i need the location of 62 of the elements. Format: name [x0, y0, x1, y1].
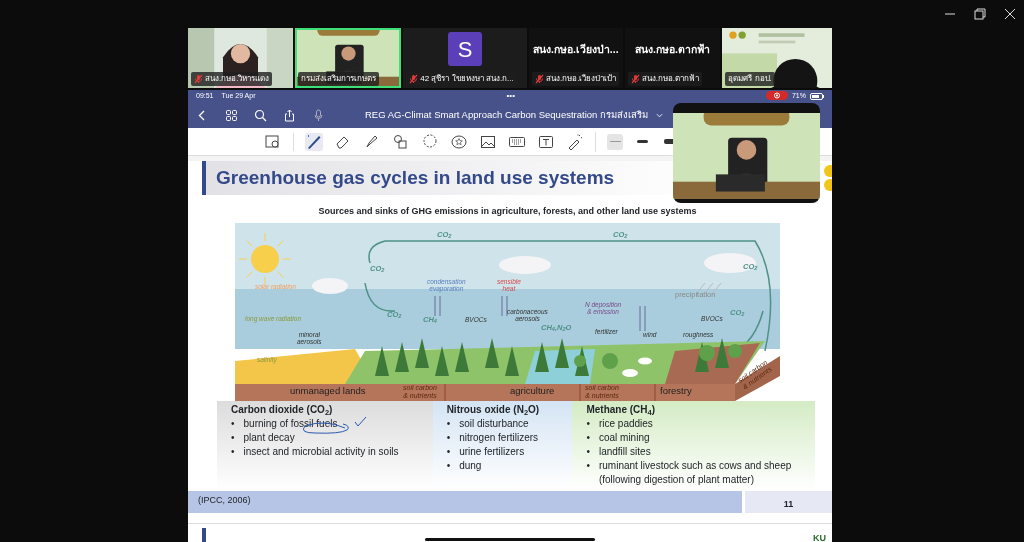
page-number: 11	[745, 491, 832, 513]
bullet-mark: •	[586, 417, 590, 431]
shapes-tool-icon[interactable]	[392, 132, 410, 151]
legend-heading: Nitrous oxide (N$_{2}$O)	[446, 403, 541, 417]
legend-item: landfill sites	[598, 445, 651, 459]
bullet-mark: •	[446, 417, 451, 431]
lasso-tool-icon[interactable]	[421, 132, 439, 151]
ground-label: agriculture	[510, 386, 555, 397]
search-icon[interactable]	[254, 108, 267, 122]
legend-item: insect and microbial activity in soils	[243, 445, 399, 459]
share-icon[interactable]	[283, 108, 296, 122]
avatar-initial: S	[448, 32, 483, 66]
bullet-mark: •	[586, 431, 590, 445]
bullet-mark: •	[231, 445, 235, 459]
ground-label: forestry	[660, 386, 692, 397]
legend-heading: Methane (CH$_{4}$)	[586, 403, 657, 417]
legend-item: urine fertilizers	[459, 445, 525, 459]
source-citation: (IPCC, 2006)	[188, 491, 742, 513]
close-icon[interactable]	[1004, 8, 1016, 20]
participant-tile[interactable]: สนง.กษอ.เวียงป่า... สนง.กษอ.เวียงป่าเป้า	[528, 28, 623, 88]
legend-item: coal mining	[598, 431, 650, 445]
legend-item: ruminant livestock such as cows and sheep (following digestion of plant matter)	[598, 459, 793, 487]
bullet-mark: •	[586, 445, 590, 459]
bullet-mark: •	[446, 445, 451, 459]
participant-name: สนง.กษอ.ตากฟ้า	[641, 73, 700, 85]
logo-text: KU	[813, 531, 826, 542]
participant-name: กรมส่งเสริมการเกษตร	[297, 72, 379, 86]
bullet-mark: •	[586, 459, 590, 473]
battery-icon	[810, 92, 824, 100]
participant-tile[interactable]: กรมส่งเสริมการเกษตร	[294, 28, 402, 88]
bullet-mark: •	[231, 431, 235, 445]
laser-tool-icon[interactable]	[566, 132, 584, 151]
bullet-mark: •	[446, 431, 451, 445]
sticker-tool-icon[interactable]	[450, 132, 468, 151]
participant-display-name: สนง.กษอ.เวียงป่า...	[533, 42, 619, 58]
participant-name: สนง.กษอ.วิหารแดง	[205, 73, 270, 85]
bullet-mark: •	[231, 417, 235, 431]
participant-tile[interactable]: อุดมศรี กอป.	[722, 28, 832, 88]
scan-tool-icon[interactable]	[264, 132, 282, 151]
participant-tile[interactable]: สนง.กษอ.ตากฟ้า สนง.กษอ.ตากฟ้า	[624, 28, 721, 88]
legend-item: rice paddies	[598, 417, 653, 431]
legend-item: dung	[459, 459, 482, 473]
bullet-mark: •	[446, 459, 451, 473]
participant-tile[interactable]: S 42 สุชีรา ใขยหงษา สนง.ก...	[403, 28, 527, 88]
restore-icon[interactable]	[974, 8, 986, 20]
pen-tool-icon[interactable]	[305, 132, 323, 151]
grid-icon[interactable]	[225, 108, 238, 122]
legend-heading: Carbon dioxide (CO$_{2}$)	[231, 403, 334, 417]
multitask-dots[interactable]: •••	[506, 90, 515, 102]
chevron-down-icon[interactable]	[655, 111, 663, 119]
legend-item: soil disturbance	[459, 417, 529, 431]
participant-display-name: สนง.กษอ.ตากฟ้า	[635, 42, 710, 58]
participant-tile[interactable]: สนง.กษอ.วิหารแดง	[188, 28, 293, 88]
legend-item: nitrogen fertilizers	[459, 431, 539, 445]
microphone-icon[interactable]	[312, 108, 325, 122]
participant-name: สนง.กษอ.เวียงป่าเป้า	[545, 73, 617, 85]
diagram-title: Sources and sinks of GHG emissions in agriculture, forests, and other land use systems	[317, 205, 698, 218]
participant-name: อุดมศรี กอป.	[725, 72, 775, 86]
recording-icon[interactable]	[765, 91, 788, 101]
ground-label: unmanaged lands	[290, 386, 366, 397]
participant-name: 42 สุชีรา ใขยหงษา สนง.ก...	[420, 73, 514, 85]
legend-item: plant decay	[243, 431, 295, 445]
